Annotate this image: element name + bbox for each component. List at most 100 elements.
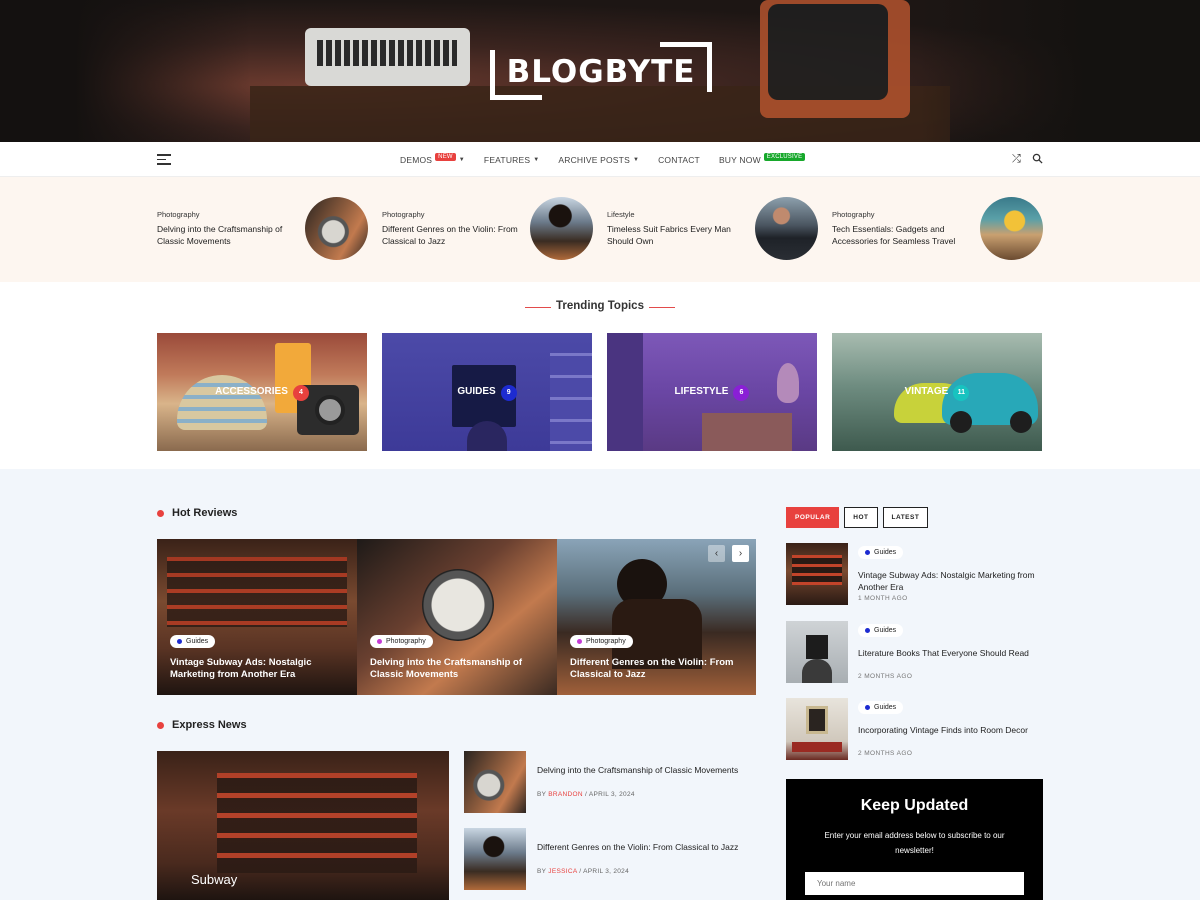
- site-logo[interactable]: BLOGBYTE: [490, 42, 712, 100]
- category-pill[interactable]: Guides: [858, 546, 904, 559]
- featured-posts-strip: Photography Delving into the Craftsmansh…: [0, 177, 1200, 282]
- post-thumbnail[interactable]: [464, 751, 526, 813]
- express-news-item[interactable]: Different Genres on the Violin: From Cla…: [464, 828, 754, 890]
- newsletter-description: Enter your email address below to subscr…: [824, 831, 1005, 855]
- review-slide[interactable]: Photography Delving into the Craftsmansh…: [357, 539, 557, 695]
- post-meta: BY BRANDON / APRIL 3, 2024: [537, 791, 635, 798]
- post-category: Lifestyle: [607, 210, 635, 219]
- category-pill[interactable]: Guides: [858, 701, 904, 714]
- topic-count-badge: 9: [500, 385, 517, 401]
- category-pill[interactable]: Photography: [370, 635, 433, 648]
- nav-item-buy-now[interactable]: BUY NOW EXCLUSIVE: [719, 152, 806, 165]
- post-thumbnail[interactable]: [305, 197, 368, 260]
- post-thumbnail[interactable]: [786, 621, 848, 683]
- post-thumbnail[interactable]: [980, 197, 1043, 260]
- category-pill[interactable]: Guides: [858, 624, 904, 637]
- title-divider-right: [649, 307, 675, 308]
- featured-post[interactable]: Photography Different Genres on the Viol…: [382, 197, 597, 261]
- bullet-dot-icon: [157, 721, 164, 729]
- featured-post[interactable]: Lifestyle Timeless Suit Fabrics Every Ma…: [607, 197, 822, 261]
- post-date: 1 MONTH AGO: [858, 595, 908, 602]
- newsletter-name-input[interactable]: [805, 872, 1024, 895]
- topic-label: ACCESSORIES: [215, 386, 288, 397]
- new-badge: NEW: [435, 152, 456, 161]
- post-title[interactable]: Timeless Suit Fabrics Every Man Should O…: [607, 224, 747, 247]
- topic-label: LIFESTYLE: [674, 386, 729, 397]
- express-news-item[interactable]: Delving into the Craftsmanship of Classi…: [464, 751, 754, 813]
- sidebar-post[interactable]: Guides Incorporating Vintage Finds into …: [786, 698, 1042, 760]
- post-title[interactable]: Different Genres on the Violin: From Cla…: [537, 841, 752, 853]
- author-link[interactable]: JESSICA: [548, 868, 577, 875]
- review-title[interactable]: Delving into the Craftsmanship of Classi…: [370, 657, 545, 681]
- main-navigation: DEMOS NEW ▼ FEATURES ▼ ARCHIVE POSTS ▼ C…: [0, 142, 1200, 177]
- search-icon[interactable]: [1032, 153, 1043, 164]
- post-thumbnail[interactable]: [464, 828, 526, 890]
- featured-post[interactable]: Photography Tech Essentials: Gadgets and…: [832, 197, 1047, 261]
- post-thumbnail[interactable]: [786, 543, 848, 605]
- slider-prev-button[interactable]: ‹: [708, 545, 725, 562]
- post-date: 2 MONTHS AGO: [858, 673, 913, 680]
- exclusive-badge: EXCLUSIVE: [763, 152, 806, 161]
- topic-label: GUIDES: [457, 386, 496, 397]
- nav-item-features[interactable]: FEATURES ▼: [484, 155, 539, 165]
- post-title[interactable]: Delving into the Craftsmanship of Classi…: [157, 224, 297, 247]
- author-link[interactable]: BRANDON: [548, 791, 583, 798]
- logo-text: BLOGBYTE: [506, 54, 696, 90]
- nav-item-demos[interactable]: DEMOS NEW ▼: [400, 152, 465, 165]
- topic-label: VINTAGE: [904, 386, 949, 397]
- topic-count-badge: 11: [953, 385, 970, 401]
- post-title[interactable]: Vintage Subway Ads: Nostalgic Marketing …: [858, 569, 1042, 593]
- chevron-down-icon: ▼: [458, 156, 465, 163]
- typewriter-image: [305, 28, 470, 86]
- newsletter-title: Keep Updated: [860, 797, 969, 814]
- review-title[interactable]: Vintage Subway Ads: Nostalgic Marketing …: [170, 657, 345, 681]
- post-title[interactable]: Incorporating Vintage Finds into Room De…: [858, 724, 1042, 736]
- sidebar-tabs: POPULAR HOT LATEST: [786, 507, 929, 528]
- topic-count-badge: 4: [292, 385, 309, 401]
- post-title[interactable]: Different Genres on the Violin: From Cla…: [382, 224, 522, 247]
- tab-hot[interactable]: HOT: [844, 507, 878, 528]
- post-category: Photography: [157, 210, 200, 219]
- post-title[interactable]: Delving into the Craftsmanship of Classi…: [537, 764, 752, 776]
- post-title[interactable]: Literature Books That Everyone Should Re…: [858, 647, 1042, 659]
- hot-reviews-heading: Hot Reviews: [157, 507, 237, 519]
- review-slide[interactable]: Guides Vintage Subway Ads: Nostalgic Mar…: [157, 539, 357, 695]
- topic-count-badge: 6: [733, 385, 750, 401]
- category-pill[interactable]: Photography: [570, 635, 633, 648]
- nav-item-contact[interactable]: CONTACT: [658, 155, 700, 165]
- chevron-down-icon: ▼: [632, 156, 640, 163]
- tv-image: [760, 0, 910, 118]
- newsletter-widget: Keep Updated Enter your email address be…: [786, 779, 1043, 900]
- tab-popular[interactable]: POPULAR: [786, 507, 840, 528]
- sidebar-post[interactable]: Guides Vintage Subway Ads: Nostalgic Mar…: [786, 543, 1042, 605]
- post-title[interactable]: Tech Essentials: Gadgets and Accessories…: [832, 224, 972, 247]
- topic-card-lifestyle[interactable]: LIFESTYLE 6: [607, 333, 817, 451]
- review-title[interactable]: Different Genres on the Violin: From Cla…: [570, 657, 745, 681]
- bullet-dot-icon: [157, 509, 164, 517]
- sidebar-post[interactable]: Guides Literature Books That Everyone Sh…: [786, 621, 1042, 683]
- topic-card-guides[interactable]: GUIDES 9: [382, 333, 592, 451]
- menu-icon[interactable]: [157, 154, 171, 165]
- shuffle-icon[interactable]: ⤮: [1012, 153, 1021, 166]
- hero-banner: BLOGBYTE: [0, 0, 1200, 142]
- nav-item-archive-posts[interactable]: ARCHIVE POSTS ▼: [558, 155, 639, 165]
- topic-card-accessories[interactable]: ACCESSORIES 4: [157, 333, 367, 451]
- slider-next-button[interactable]: ›: [732, 545, 749, 562]
- post-category: Photography: [832, 210, 875, 219]
- post-thumbnail[interactable]: [530, 197, 593, 260]
- post-date: 2 MONTHS AGO: [858, 750, 913, 757]
- review-slide[interactable]: Photography Different Genres on the Viol…: [557, 539, 756, 695]
- chevron-down-icon: ▼: [533, 156, 540, 163]
- post-category: Photography: [382, 210, 425, 219]
- post-thumbnail[interactable]: [755, 197, 818, 260]
- post-meta: BY JESSICA / APRIL 3, 2024: [537, 868, 630, 875]
- topic-card-vintage[interactable]: VINTAGE 11: [832, 333, 1042, 451]
- category-pill[interactable]: Guides: [170, 635, 216, 648]
- image-caption: Subway: [191, 872, 238, 887]
- tab-latest[interactable]: LATEST: [882, 507, 929, 528]
- express-news-featured[interactable]: Subway: [157, 751, 449, 900]
- featured-post[interactable]: Photography Delving into the Craftsmansh…: [157, 197, 372, 261]
- post-thumbnail[interactable]: [786, 698, 848, 760]
- trending-topics-title: Trending Topics: [556, 300, 644, 312]
- express-news-heading: Express News: [157, 719, 247, 731]
